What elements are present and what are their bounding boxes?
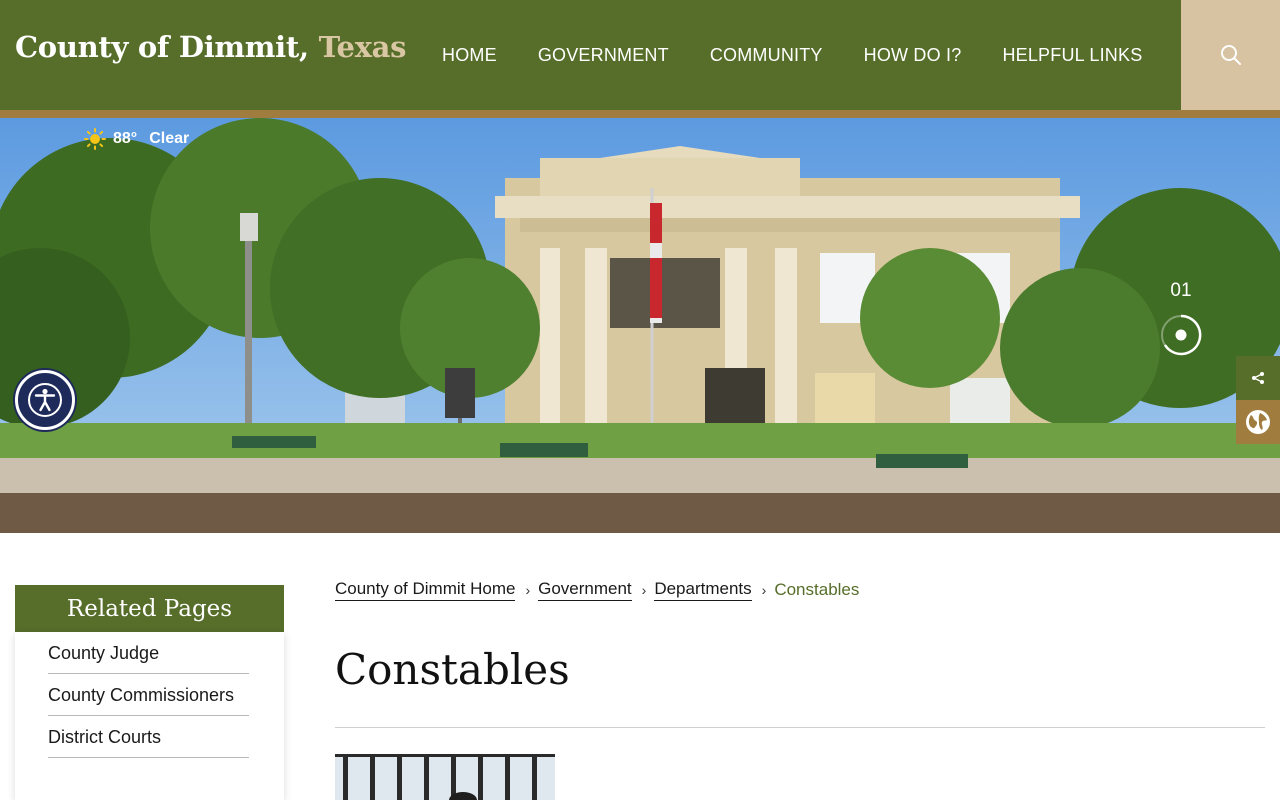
weather-widget[interactable]: 88° Clear xyxy=(84,128,189,150)
weather-condition: Clear xyxy=(149,130,190,147)
main-nav: HOME GOVERNMENT COMMUNITY HOW DO I? HELP… xyxy=(442,0,1183,110)
breadcrumb-government[interactable]: Government xyxy=(538,579,632,601)
chevron-right-icon: › xyxy=(525,582,531,598)
site-title[interactable]: County of Dimmit, Texas xyxy=(15,30,407,64)
weather-temperature: 88° xyxy=(113,130,138,147)
related-item-district-courts[interactable]: District Courts xyxy=(48,716,249,758)
slide-number: 01 xyxy=(1170,280,1192,301)
chevron-right-icon: › xyxy=(641,582,647,598)
nav-government[interactable]: GOVERNMENT xyxy=(538,45,669,66)
translate-button[interactable] xyxy=(1236,400,1280,444)
site-title-main: County of Dimmit, xyxy=(15,30,309,64)
breadcrumb-departments[interactable]: Departments xyxy=(654,579,752,601)
nav-home[interactable]: HOME xyxy=(442,45,497,66)
breadcrumb: County of Dimmit Home › Government › Dep… xyxy=(335,579,859,601)
header-divider xyxy=(0,110,1280,118)
nav-how-do-i[interactable]: HOW DO I? xyxy=(864,45,962,66)
constables-photo xyxy=(335,754,555,800)
accessibility-button[interactable] xyxy=(15,370,75,430)
related-item-county-judge[interactable]: County Judge xyxy=(48,632,249,674)
breadcrumb-current: Constables xyxy=(774,580,860,599)
slide-indicator[interactable] xyxy=(1159,313,1203,357)
title-divider xyxy=(335,727,1265,728)
share-button[interactable] xyxy=(1236,356,1280,400)
sun-icon xyxy=(84,128,106,150)
related-pages-list: County Judge County Commissioners Distri… xyxy=(15,632,284,800)
search-icon xyxy=(1220,45,1241,65)
nav-community[interactable]: COMMUNITY xyxy=(710,45,823,66)
chevron-right-icon: › xyxy=(761,582,767,598)
nav-helpful-links[interactable]: HELPFUL LINKS xyxy=(1002,45,1142,66)
accessibility-icon xyxy=(28,383,62,417)
page-title: Constables xyxy=(335,645,570,694)
site-title-accent: Texas xyxy=(318,30,407,64)
breadcrumb-home[interactable]: County of Dimmit Home xyxy=(335,579,516,601)
related-pages-heading: Related Pages xyxy=(15,585,284,632)
hero-image xyxy=(0,118,1280,533)
share-icon xyxy=(1252,372,1264,384)
globe-icon xyxy=(1246,410,1270,434)
related-item-county-commissioners[interactable]: County Commissioners xyxy=(48,674,249,716)
search-button[interactable] xyxy=(1181,0,1280,110)
site-header: County of Dimmit, Texas HOME GOVERNMENT … xyxy=(0,0,1280,110)
courthouse-photo xyxy=(0,118,1280,533)
